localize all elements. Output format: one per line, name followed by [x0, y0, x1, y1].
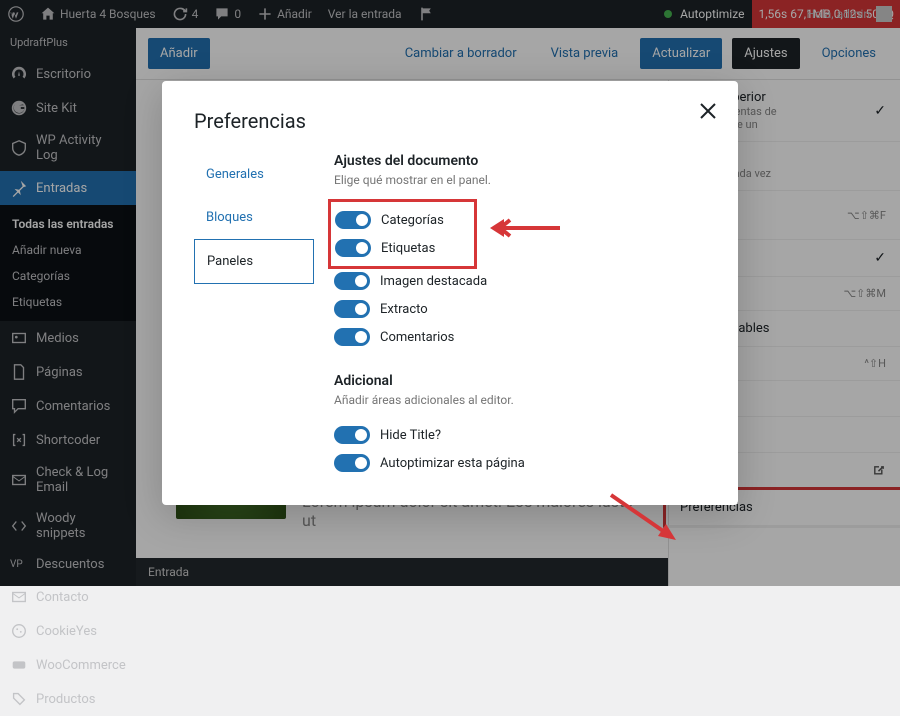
toggle-label: Hide Title? [380, 428, 441, 443]
section-additional-heading: Adicional [334, 373, 706, 389]
close-icon[interactable] [696, 99, 720, 123]
modal-body: Ajustes del documento Elige qué mostrar … [322, 153, 706, 477]
toggle-tags[interactable] [335, 239, 371, 257]
toggle-autoptimize[interactable] [334, 454, 370, 472]
sidebar-woocommerce[interactable]: WooCommerce [0, 648, 136, 682]
tab-panels[interactable]: Paneles [194, 239, 314, 284]
modal-title: Preferencias [194, 109, 706, 133]
modal-tabs: Generales Bloques Paneles [194, 153, 314, 477]
toggle-label: Autoptimizar esta página [380, 456, 525, 471]
product-icon [10, 690, 28, 708]
mail-icon [10, 588, 28, 606]
section-additional-desc: Añadir áreas adicionales al editor. [334, 393, 706, 407]
sidebar-products[interactable]: Productos [0, 682, 136, 716]
toggle-label: Imagen destacada [380, 274, 487, 289]
toggle-label: Comentarios [380, 330, 454, 345]
toggle-label: Categorías [381, 213, 444, 228]
toggle-hide-title[interactable] [334, 426, 370, 444]
modal-overlay: Preferencias Generales Bloques Paneles A… [0, 0, 900, 586]
annotation-arrow [490, 218, 560, 242]
toggle-excerpt[interactable] [334, 300, 370, 318]
sidebar-cookieyes[interactable]: CookieYes [0, 614, 136, 648]
woo-icon [10, 656, 28, 674]
toggle-label: Etiquetas [381, 241, 435, 256]
toggle-categories[interactable] [335, 211, 371, 229]
section-doc-desc: Elige qué mostrar en el panel. [334, 173, 706, 187]
preferences-modal: Preferencias Generales Bloques Paneles A… [162, 81, 738, 505]
cookie-icon [10, 622, 28, 640]
section-doc-heading: Ajustes del documento [334, 153, 706, 169]
tab-general[interactable]: Generales [194, 153, 314, 196]
annotation-arrow [606, 490, 676, 544]
toggle-comments[interactable] [334, 328, 370, 346]
toggle-label: Extracto [380, 302, 428, 317]
tab-blocks[interactable]: Bloques [194, 196, 314, 239]
toggle-featured-image[interactable] [334, 272, 370, 290]
